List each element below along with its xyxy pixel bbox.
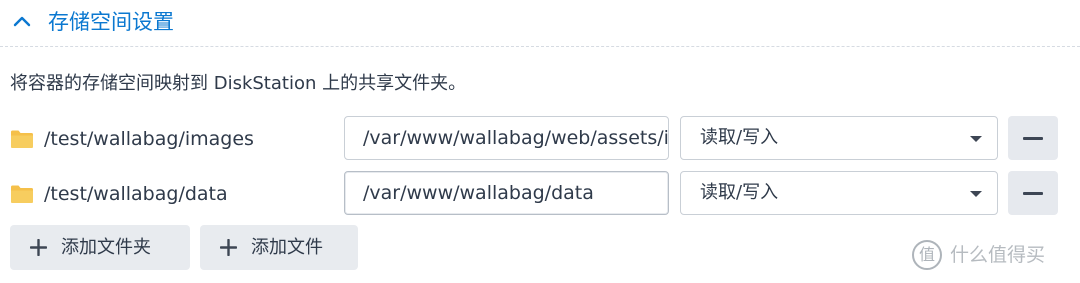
- watermark: 值 什么值得买: [912, 240, 1072, 274]
- add-folder-label: 添加文件夹: [61, 237, 151, 258]
- mount-path-input[interactable]: /var/www/wallabag/data: [344, 171, 669, 215]
- watermark-logo-icon: 值: [912, 240, 942, 270]
- remove-mount-button[interactable]: [1008, 116, 1058, 160]
- host-folder-path: /test/wallabag/images: [44, 128, 254, 150]
- volume-row: /test/wallabag/data /var/www/wallabag/da…: [0, 171, 1080, 217]
- minus-icon: [1023, 192, 1043, 195]
- permission-select[interactable]: 读取/写入: [680, 116, 998, 160]
- section-header[interactable]: 存储空间设置: [0, 0, 1080, 46]
- plus-icon: [220, 239, 237, 256]
- host-folder-path: /test/wallabag/data: [44, 183, 228, 205]
- mount-path-input[interactable]: /var/www/wallabag/web/assets/images: [344, 116, 669, 160]
- section-description: 将容器的存储空间映射到 DiskStation 上的共享文件夹。: [10, 73, 467, 94]
- add-folder-button[interactable]: 添加文件夹: [10, 225, 190, 270]
- permission-value: 读取/写入: [700, 182, 779, 203]
- minus-icon: [1023, 137, 1043, 140]
- section-title: 存储空间设置: [48, 10, 174, 34]
- chevron-up-icon[interactable]: [12, 12, 32, 32]
- add-file-label: 添加文件: [251, 237, 323, 258]
- permission-select[interactable]: 读取/写入: [680, 171, 998, 215]
- folder-icon: [11, 185, 33, 203]
- caret-down-icon: [970, 136, 982, 142]
- watermark-text: 什么值得买: [950, 244, 1046, 266]
- plus-icon: [30, 239, 47, 256]
- permission-value: 读取/写入: [700, 127, 779, 148]
- add-file-button[interactable]: 添加文件: [200, 225, 358, 270]
- volume-row: /test/wallabag/images /var/www/wallabag/…: [0, 116, 1080, 162]
- section-divider: [0, 46, 1080, 47]
- remove-mount-button[interactable]: [1008, 171, 1058, 215]
- caret-down-icon: [970, 191, 982, 197]
- folder-icon: [11, 130, 33, 148]
